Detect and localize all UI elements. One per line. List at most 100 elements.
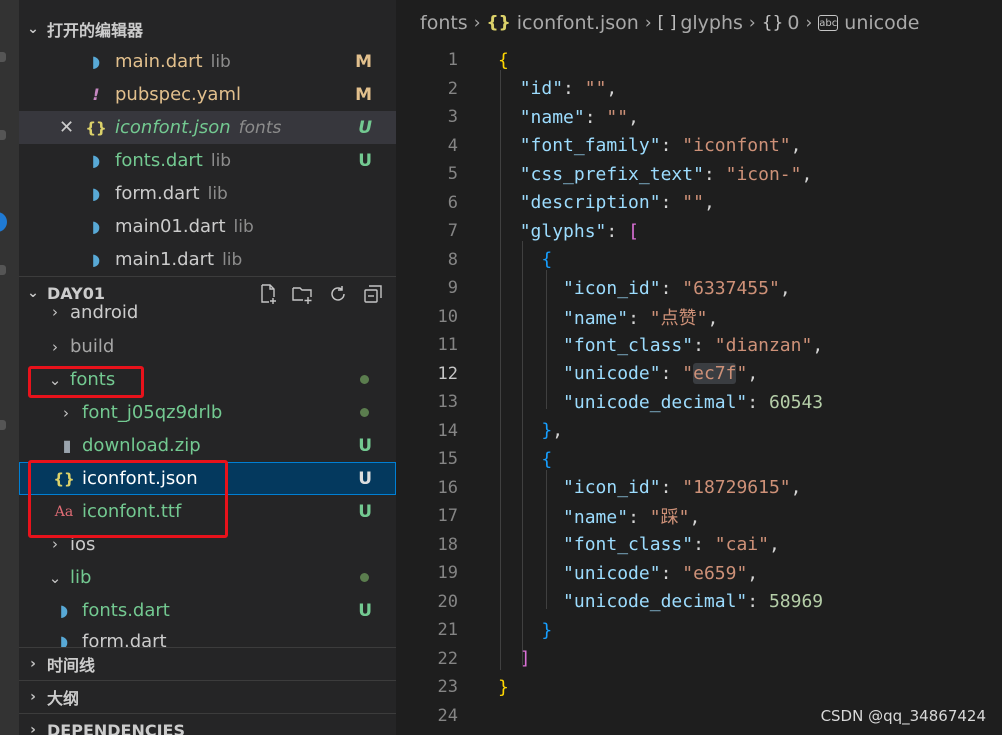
code-line[interactable]: 3 "name": "", bbox=[396, 103, 1002, 132]
code-line[interactable]: 14 }, bbox=[396, 417, 1002, 446]
activity-icon-fragment[interactable] bbox=[0, 265, 6, 275]
code-line[interactable]: 18 "font_class": "cai", bbox=[396, 531, 1002, 560]
watermark: CSDN @qq_34867424 bbox=[820, 707, 986, 725]
tree-item-name: fonts bbox=[70, 369, 116, 390]
code-line[interactable]: 21 } bbox=[396, 616, 1002, 645]
git-status-dot bbox=[360, 408, 369, 417]
code-line[interactable]: 10 "name": "点赞", bbox=[396, 303, 1002, 332]
code-line[interactable]: 20 "unicode_decimal": 58969 bbox=[396, 588, 1002, 617]
code-text: { bbox=[541, 448, 553, 470]
breadcrumb-separator: › bbox=[473, 13, 481, 33]
git-status-badge: U bbox=[358, 501, 372, 522]
code-line[interactable]: 2 "id": "", bbox=[396, 75, 1002, 104]
open-editor-name: main01.dart bbox=[115, 216, 226, 237]
code-line[interactable]: 5 "css_prefix_text": "icon-", bbox=[396, 160, 1002, 189]
open-editor-name: fonts.dart bbox=[115, 150, 203, 171]
open-editor-item[interactable]: ◗ main.dart lib M bbox=[19, 45, 396, 78]
code-text: { bbox=[498, 49, 509, 71]
git-status-badge: M bbox=[355, 51, 372, 72]
tree-file-download-zip[interactable]: ▮ download.zip U bbox=[19, 429, 396, 462]
chevron-down-icon: ⌄ bbox=[48, 370, 62, 389]
open-editors-header[interactable]: ⌄ 打开的编辑器 bbox=[19, 12, 396, 45]
tree-file-iconfont-ttf[interactable]: Aa iconfont.ttf U bbox=[19, 495, 396, 528]
code-text: ] bbox=[519, 648, 531, 670]
open-editor-desc: lib bbox=[222, 250, 243, 270]
tree-folder-fonts[interactable]: ⌄ fonts bbox=[19, 363, 396, 396]
code-text: "unicode": "ec7f", bbox=[563, 363, 759, 385]
dart-file-icon: ◗ bbox=[59, 601, 69, 620]
tree-file-fonts-dart[interactable]: ◗ fonts.dart U bbox=[19, 594, 396, 627]
tree-folder-font-kit[interactable]: › font_j05qz9drlb bbox=[19, 396, 396, 429]
code-line[interactable]: 12 "unicode": "ec7f", bbox=[396, 360, 1002, 389]
chevron-right-icon: › bbox=[52, 337, 58, 356]
breadcrumb-key[interactable]: unicode bbox=[844, 12, 919, 34]
code-text: "icon_id": "18729615", bbox=[563, 477, 802, 499]
breadcrumb-file[interactable]: iconfont.json bbox=[517, 12, 639, 34]
code-line[interactable]: 6 "description": "", bbox=[396, 189, 1002, 218]
open-editor-item[interactable]: ! pubspec.yaml M bbox=[19, 78, 396, 111]
tree-folder-build[interactable]: › build bbox=[19, 330, 396, 363]
activity-icon-fragment[interactable] bbox=[0, 52, 6, 62]
open-editor-item[interactable]: ◗ main1.dart lib bbox=[19, 243, 396, 276]
tree-file-form-dart[interactable]: ◗ form.dart bbox=[19, 627, 396, 647]
breadcrumb: fonts › {} iconfont.json › [ ] glyphs › … bbox=[396, 0, 1002, 46]
code-editor[interactable]: fonts › {} iconfont.json › [ ] glyphs › … bbox=[396, 0, 1002, 735]
tree-item-name: download.zip bbox=[82, 435, 201, 456]
breadcrumb-array[interactable]: glyphs bbox=[680, 12, 743, 34]
breadcrumb-index[interactable]: 0 bbox=[787, 12, 799, 34]
dart-file-icon: ◗ bbox=[91, 151, 101, 170]
json-file-icon: {} bbox=[53, 469, 75, 488]
code-line[interactable]: 9 "icon_id": "6337455", bbox=[396, 274, 1002, 303]
line-number: 11 bbox=[437, 335, 458, 356]
code-line[interactable]: 8 { bbox=[396, 246, 1002, 275]
json-file-icon: {} bbox=[486, 13, 511, 33]
open-editor-item[interactable]: ◗ main01.dart lib bbox=[19, 210, 396, 243]
code-text: "name": "点赞", bbox=[563, 307, 719, 329]
line-number: 21 bbox=[437, 620, 458, 641]
chevron-right-icon: › bbox=[52, 303, 58, 321]
tree-folder-lib[interactable]: ⌄ lib bbox=[19, 561, 396, 594]
code-line[interactable]: 11 "font_class": "dianzan", bbox=[396, 331, 1002, 360]
tree-item-name: lib bbox=[70, 567, 92, 588]
code-line[interactable]: 13 "unicode_decimal": 60543 bbox=[396, 388, 1002, 417]
tree-folder-ios[interactable]: › ios bbox=[19, 530, 396, 558]
dart-file-icon: ◗ bbox=[59, 631, 69, 648]
code-line[interactable]: 1{ bbox=[396, 46, 1002, 75]
code-line[interactable]: 23} bbox=[396, 673, 1002, 702]
activity-icon-fragment[interactable] bbox=[0, 420, 6, 430]
timeline-header[interactable]: › 时间线 bbox=[19, 647, 396, 680]
tree-folder-android[interactable]: › android bbox=[19, 297, 396, 327]
open-editor-name: iconfont.json bbox=[115, 117, 231, 138]
dart-file-icon: ◗ bbox=[91, 250, 101, 269]
open-editor-name: pubspec.yaml bbox=[115, 84, 241, 105]
open-editor-item[interactable]: ◗ form.dart lib bbox=[19, 177, 396, 210]
dependencies-header[interactable]: › DEPENDENCIES bbox=[19, 713, 396, 735]
code-line[interactable]: 19 "unicode": "e659", bbox=[396, 559, 1002, 588]
git-status-badge: U bbox=[358, 468, 372, 489]
code-line[interactable]: 15 { bbox=[396, 445, 1002, 474]
line-number: 4 bbox=[447, 135, 458, 156]
code-text: "css_prefix_text": "icon-", bbox=[519, 163, 813, 185]
dart-file-icon: ◗ bbox=[91, 52, 101, 71]
outline-header[interactable]: › 大纲 bbox=[19, 680, 396, 713]
breadcrumb-folder[interactable]: fonts bbox=[420, 12, 468, 34]
code-line[interactable]: 7 "glyphs": [ bbox=[396, 217, 1002, 246]
code-line[interactable]: 22 ] bbox=[396, 645, 1002, 674]
open-editor-item-active[interactable]: ✕ {} iconfont.json fonts U bbox=[19, 111, 396, 144]
activity-icon-fragment[interactable] bbox=[0, 130, 6, 140]
code-line[interactable]: 4 "font_family": "iconfont", bbox=[396, 132, 1002, 161]
tree-file-iconfont-json[interactable]: {} iconfont.json U bbox=[19, 462, 396, 495]
git-status-dot bbox=[360, 573, 369, 582]
close-icon[interactable]: ✕ bbox=[59, 117, 75, 138]
yaml-file-icon: ! bbox=[92, 85, 100, 104]
open-editor-item[interactable]: ◗ fonts.dart lib U bbox=[19, 144, 396, 177]
string-key-icon: abc bbox=[818, 15, 839, 31]
code-text: "id": "", bbox=[519, 78, 618, 100]
chevron-right-icon: › bbox=[30, 722, 36, 735]
font-file-icon: Aa bbox=[54, 503, 74, 520]
dart-file-icon: ◗ bbox=[91, 184, 101, 203]
code-line[interactable]: 16 "icon_id": "18729615", bbox=[396, 474, 1002, 503]
line-number: 14 bbox=[437, 420, 458, 441]
chevron-right-icon: › bbox=[30, 656, 36, 672]
code-line[interactable]: 17 "name": "踩", bbox=[396, 502, 1002, 531]
